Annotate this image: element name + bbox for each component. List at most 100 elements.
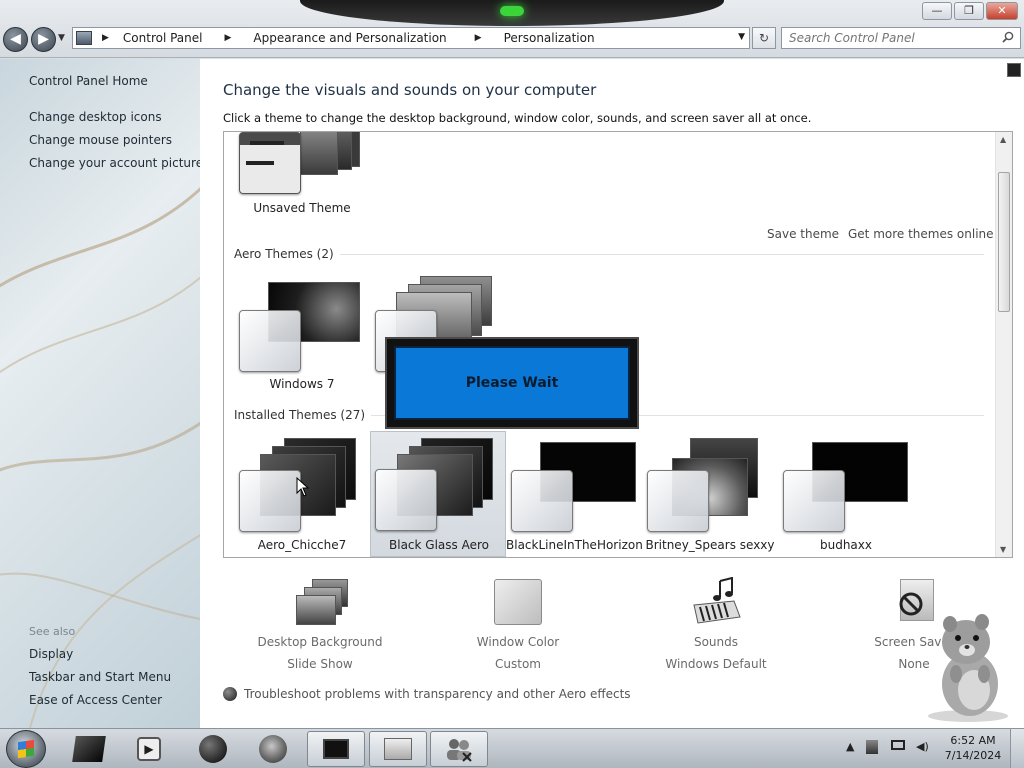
theme-name: Windows 7: [269, 377, 335, 391]
hamster-mascot-icon: [928, 614, 1008, 722]
maximize-button[interactable]: ❐: [954, 2, 984, 20]
search-input[interactable]: [782, 28, 992, 48]
search-icon[interactable]: [1002, 31, 1014, 43]
page-subtitle: Click a theme to change the desktop back…: [223, 111, 812, 125]
control-panel-icon: [76, 31, 92, 45]
folder-window-icon: [384, 738, 412, 760]
back-button[interactable]: ◀: [3, 27, 28, 52]
window-color-setting[interactable]: Window Color Custom: [448, 577, 588, 671]
scroll-up-icon[interactable]: ▲: [1000, 135, 1006, 144]
theme-name: Aero_Chicche7: [257, 538, 347, 552]
theme-tile-unsaved[interactable]: Unsaved Theme: [234, 132, 370, 228]
theme-name: BlackLineInTheHorizon: [506, 538, 643, 552]
change-account-picture-link[interactable]: Change your account picture: [29, 156, 200, 170]
title-bar: — ❐ ✕ ◀ ▶ ▼ ▶ Control Panel ▶ Appearance…: [0, 0, 1024, 58]
theme-name: Black Glass Aero: [389, 538, 489, 552]
network-tray-icon[interactable]: [866, 740, 878, 757]
theme-tile-blacklineinthehorizon[interactable]: BlackLineInTheHorizon: [506, 432, 643, 557]
taskbar: ▶ ▲ ◀) 6:52 AM 7/14/2024: [0, 728, 1024, 768]
minimize-button[interactable]: —: [922, 2, 952, 20]
theme-tile-windows7[interactable]: Windows 7: [234, 272, 370, 398]
please-wait-message: Please Wait: [394, 346, 630, 420]
show-hidden-icons[interactable]: ▲: [846, 740, 854, 753]
theme-preview-image: [300, 132, 338, 175]
sounds-icon: [686, 576, 746, 629]
window-color-swatch: [239, 310, 301, 372]
sounds-setting[interactable]: Sounds Windows Default: [646, 576, 786, 671]
theme-name: Unsaved Theme: [253, 201, 351, 215]
group-divider: [314, 254, 984, 255]
troubleshoot-text: Troubleshoot problems with transparency …: [244, 687, 631, 701]
forward-button[interactable]: ▶: [31, 27, 56, 52]
taskbar-explorer-window[interactable]: [369, 731, 427, 767]
setting-value: Windows Default: [665, 657, 767, 671]
save-theme-link[interactable]: Save theme: [767, 227, 839, 241]
setting-label: Desktop Background: [257, 635, 383, 649]
scrollbar-thumb[interactable]: [998, 172, 1010, 312]
window-color-swatch: [375, 469, 437, 531]
page-title: Change the visuals and sounds on your co…: [223, 81, 597, 99]
theme-name: budhaxx: [819, 538, 872, 552]
clock-time: 6:52 AM: [950, 734, 996, 747]
window-color-swatch: [783, 470, 845, 532]
window-color-swatch: [239, 132, 301, 194]
troubleshoot-link[interactable]: Troubleshoot problems with transparency …: [223, 687, 631, 701]
recent-pages-dropdown[interactable]: ▼: [58, 33, 65, 43]
aero-troubleshoot-icon: [223, 687, 237, 701]
arrow-left-icon: ◀: [10, 31, 21, 47]
window-color-icon: [488, 577, 548, 629]
breadcrumb-personalization[interactable]: Personalization: [504, 31, 595, 45]
see-also-heading: See also: [29, 625, 76, 638]
volume-tray-icon[interactable]: ◀): [916, 740, 929, 753]
refresh-button[interactable]: ↻: [752, 27, 776, 49]
monitor-icon: [323, 739, 349, 759]
vertical-scrollbar[interactable]: ▲ ▼: [995, 132, 1012, 557]
breadcrumb-separator-icon[interactable]: ▶: [102, 33, 109, 43]
taskbar-app-black-cube[interactable]: [60, 731, 118, 767]
system-clock[interactable]: 6:52 AM 7/14/2024: [943, 733, 1003, 763]
setting-label: Sounds: [693, 635, 739, 649]
breadcrumb-appearance[interactable]: Appearance and Personalization: [253, 31, 446, 45]
window-color-swatch: [511, 470, 573, 532]
scroll-down-icon[interactable]: ▼: [1000, 545, 1006, 554]
arrow-right-icon: ▶: [38, 31, 49, 47]
setting-value: Custom: [495, 657, 541, 671]
search-box[interactable]: [781, 27, 1021, 49]
address-bar[interactable]: ▶ Control Panel ▶ Appearance and Persona…: [72, 27, 750, 49]
change-desktop-icons-link[interactable]: Change desktop icons: [29, 110, 162, 124]
users-icon: [447, 739, 472, 762]
theme-tile-budhaxx[interactable]: budhaxx: [778, 432, 914, 557]
breadcrumb-control-panel[interactable]: Control Panel: [123, 31, 203, 45]
theme-tile-britney-spears-sexxy[interactable]: Britney_Spears sexxy: [642, 432, 778, 557]
window-color-swatch: [647, 470, 709, 532]
desktop-background-icon: [290, 577, 350, 629]
display-link[interactable]: Display: [29, 647, 73, 661]
theme-tile-black-glass-aero[interactable]: Black Glass Aero: [370, 431, 506, 557]
ease-of-access-link[interactable]: Ease of Access Center: [29, 693, 162, 707]
taskbar-media-player[interactable]: ▶: [120, 731, 178, 767]
left-navigation-pane: Control Panel Home Change desktop icons …: [0, 59, 200, 728]
taskbar-personalization-window[interactable]: [307, 731, 365, 767]
address-dropdown-icon[interactable]: ▼: [738, 32, 745, 42]
get-more-themes-link[interactable]: Get more themes online: [848, 227, 994, 241]
breadcrumb-separator-icon[interactable]: ▶: [225, 33, 232, 43]
please-wait-dialog: Please Wait: [385, 337, 639, 429]
black-cube-app-icon: [72, 736, 106, 762]
mouse-cursor-icon: [296, 477, 310, 497]
window-controls: — ❐ ✕: [922, 2, 1018, 20]
action-center-tray-icon[interactable]: [891, 740, 905, 753]
breadcrumb-separator-icon[interactable]: ▶: [475, 33, 482, 43]
taskbar-start-menu-link[interactable]: Taskbar and Start Menu: [29, 670, 171, 684]
setting-label: Window Color: [476, 635, 560, 649]
desktop-background-setting[interactable]: Desktop Background Slide Show: [250, 577, 390, 671]
start-button[interactable]: [6, 730, 46, 768]
control-panel-home-link[interactable]: Control Panel Home: [29, 74, 148, 88]
show-desktop-button[interactable]: [1010, 729, 1024, 768]
close-button[interactable]: ✕: [986, 2, 1018, 20]
window-color-swatch: [239, 470, 301, 532]
taskbar-app-sphere[interactable]: [184, 731, 242, 767]
taskbar-firefox[interactable]: [244, 731, 302, 767]
change-mouse-pointers-link[interactable]: Change mouse pointers: [29, 133, 172, 147]
taskbar-users-window[interactable]: [430, 731, 488, 767]
help-icon[interactable]: [1007, 63, 1021, 77]
